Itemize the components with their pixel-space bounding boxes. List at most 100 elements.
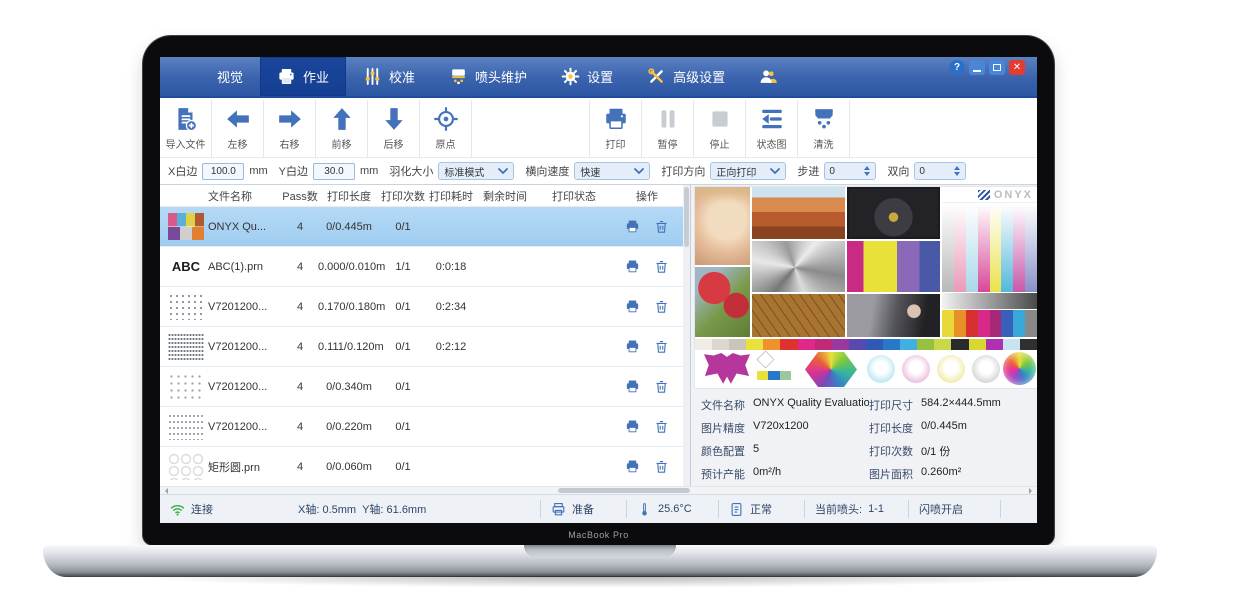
printhead-icon <box>449 67 468 86</box>
temperature-status: 25.6°C <box>626 500 718 518</box>
step-stepper[interactable]: 0 <box>824 162 876 180</box>
table-row[interactable]: V7201200... 4 0/0.340m 0/1 <box>160 367 690 407</box>
status-bar: 连接 X轴: 0.5mm Y轴: 61.6mm 准备 25.6°C <box>160 494 1037 523</box>
scrollbar-thumb[interactable] <box>558 488 690 493</box>
vertical-scrollbar[interactable] <box>683 185 690 486</box>
ink-blot-shape <box>703 353 751 385</box>
direction-label: 打印方向 <box>661 163 705 179</box>
table-row[interactable]: ONYX Qu... 4 0/0.445m 0/1 <box>160 207 690 247</box>
job-thumbnail <box>168 213 204 240</box>
preview-photo-canyon <box>752 187 845 239</box>
preview-photo-hair <box>847 294 940 337</box>
cyan-sphere <box>867 355 895 383</box>
toolbar-label: 停止 <box>710 136 730 151</box>
bidirectional-stepper[interactable]: 0 <box>914 162 966 180</box>
preview-photo-tomatoes <box>695 267 750 337</box>
info-value: 584.2×444.5mm <box>921 397 1001 413</box>
help-button[interactable]: ? <box>949 60 965 75</box>
print-job-button[interactable] <box>625 259 640 274</box>
feather-value: 标准模式 <box>444 164 484 179</box>
arrow-down-icon <box>381 106 407 132</box>
delete-job-button[interactable] <box>654 299 669 314</box>
tab-advanced-settings[interactable]: 高级设置 <box>630 57 742 96</box>
magenta-sphere <box>902 355 930 383</box>
move-right-button[interactable]: 右移 <box>264 100 316 157</box>
tab-calibration[interactable]: 校准 <box>346 57 432 96</box>
gear-icon <box>561 67 580 86</box>
print-button[interactable]: 打印 <box>590 100 642 157</box>
tab-settings[interactable]: 设置 <box>544 57 630 96</box>
preview-image: ONYX <box>695 187 1037 388</box>
tab-users[interactable] <box>742 57 795 96</box>
print-job-button[interactable] <box>625 339 640 354</box>
print-job-button[interactable] <box>625 299 640 314</box>
arrow-left-icon <box>225 106 251 132</box>
table-row[interactable]: V7201200... 4 0/0.220m 0/1 <box>160 407 690 447</box>
origin-button[interactable]: 原点 <box>420 100 472 157</box>
delete-job-button[interactable] <box>654 419 669 434</box>
job-thumbnail: ABC <box>168 253 204 280</box>
status-panel-button[interactable]: 状态图 <box>746 100 798 157</box>
bidirectional-value: 0 <box>919 166 925 177</box>
job-thumbnail <box>168 413 204 440</box>
printer-ready-status: 准备 <box>540 500 626 518</box>
column-print-time: 打印耗时 <box>426 188 476 204</box>
table-row[interactable]: V7201200... 4 0.111/0.120m 0/1 0:2:12 <box>160 327 690 367</box>
thermometer-icon <box>637 502 652 517</box>
preview-color-strip <box>695 339 1037 350</box>
minimize-button[interactable] <box>969 60 985 75</box>
preview-saturation-squares <box>942 310 1037 337</box>
table-row[interactable]: 矩形圆.prn 4 0/0.060m 0/1 <box>160 447 690 487</box>
delete-job-button[interactable] <box>654 459 669 474</box>
arrow-right-icon <box>277 106 303 132</box>
print-job-button[interactable] <box>625 379 640 394</box>
preview-gradient-bars <box>942 204 1037 292</box>
temperature-value: 25.6°C <box>658 503 692 515</box>
tab-vision[interactable]: 视觉 <box>200 57 260 96</box>
delete-job-button[interactable] <box>654 339 669 354</box>
connection-label: 连接 <box>191 501 213 517</box>
x-margin-input[interactable] <box>202 163 244 180</box>
delete-job-button[interactable] <box>654 219 669 234</box>
close-button[interactable]: ✕ <box>1009 60 1025 75</box>
move-forward-button[interactable]: 前移 <box>316 100 368 157</box>
nav-bar: 视觉 作业 校准 喷头 <box>160 57 1037 98</box>
column-print-status: 打印状态 <box>534 188 614 204</box>
stop-button[interactable]: 停止 <box>694 100 746 157</box>
tab-printhead-maintenance[interactable]: 喷头维护 <box>432 57 544 96</box>
y-margin-input[interactable] <box>313 163 355 180</box>
job-thumbnail <box>168 293 204 320</box>
tab-job[interactable]: 作业 <box>260 57 346 96</box>
column-file-name: 文件名称 <box>208 188 282 204</box>
job-table: 文件名称 Pass数 打印长度 打印次数 打印耗时 剩余时间 打印状态 操作 O… <box>160 185 690 486</box>
preview-test-shapes <box>695 351 1037 388</box>
table-row[interactable]: V7201200... 4 0.170/0.180m 0/1 0:2:34 <box>160 287 690 327</box>
delete-job-button[interactable] <box>654 379 669 394</box>
direction-select[interactable]: 正向打印 <box>710 162 786 180</box>
print-job-button[interactable] <box>625 459 640 474</box>
horizontal-scrollbar[interactable] <box>160 486 1037 494</box>
delete-job-button[interactable] <box>654 259 669 274</box>
hexagon-color-chart <box>805 352 857 387</box>
table-row[interactable]: ABC ABC(1).prn 4 0.000/0.010m 1/1 0:0:18 <box>160 247 690 287</box>
move-left-button[interactable]: 左移 <box>212 100 264 157</box>
info-label: 打印尺寸 <box>869 397 921 413</box>
feather-select[interactable]: 标准模式 <box>438 162 514 180</box>
move-backward-button[interactable]: 后移 <box>368 100 420 157</box>
info-value: ONYX Quality Evaluation1. <box>753 397 869 413</box>
print-job-button[interactable] <box>625 219 640 234</box>
tools-icon <box>647 67 666 86</box>
pause-button[interactable]: 暂停 <box>642 100 694 157</box>
wifi-icon <box>170 502 185 517</box>
speed-select[interactable]: 快速 <box>574 162 650 180</box>
clean-button[interactable]: 清洗 <box>798 100 850 157</box>
maximize-button[interactable] <box>989 60 1005 75</box>
import-file-button[interactable]: 导入文件 <box>160 100 212 157</box>
printhead-label: 当前喷头: <box>815 501 862 517</box>
step-value: 0 <box>829 166 835 177</box>
print-job-button[interactable] <box>625 419 640 434</box>
speed-label: 横向速度 <box>525 163 569 179</box>
tab-label: 喷头维护 <box>475 67 527 86</box>
onyx-logo: ONYX <box>942 187 1037 203</box>
table-header: 文件名称 Pass数 打印长度 打印次数 打印耗时 剩余时间 打印状态 操作 <box>160 185 690 207</box>
